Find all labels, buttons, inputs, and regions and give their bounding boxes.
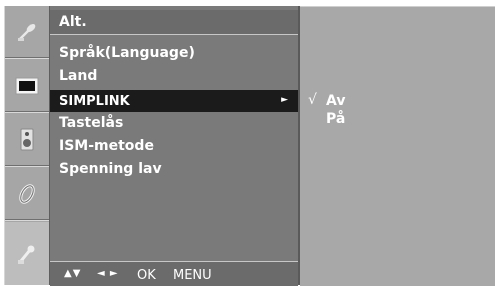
menu-item-language[interactable]: Språk(Language) — [50, 42, 298, 64]
menu-item-country[interactable]: Land — [50, 65, 298, 87]
leftright-arrows-icon: ◄ ► — [97, 268, 119, 279]
menu-item-label: Språk(Language) — [59, 45, 195, 61]
option-pa[interactable]: På — [300, 110, 495, 128]
menu-item-ism-method[interactable]: ISM-metode — [50, 135, 298, 157]
rail-slot-time[interactable] — [5, 168, 49, 221]
rail-slot-option[interactable] — [5, 222, 49, 285]
menu-item-key-lock[interactable]: Tastelås — [50, 112, 298, 134]
picture-icon — [15, 77, 39, 95]
category-rail — [4, 6, 51, 285]
simplink-submenu: √ Av På — [300, 6, 495, 286]
submenu-arrow-icon: ► — [281, 95, 288, 105]
menu-title: Alt. — [59, 14, 87, 30]
tv-osd-menu: Alt. Språk(Language) Land SIMPLINK ► Tas… — [0, 0, 495, 286]
rail-slot-setup[interactable] — [5, 6, 49, 59]
menu-title-bar: Alt. — [50, 10, 298, 35]
option-av[interactable]: √ Av — [300, 92, 495, 110]
menu-item-simplink[interactable]: SIMPLINK ► — [50, 90, 298, 112]
satellite-dish-icon — [18, 24, 36, 41]
speaker-icon — [20, 128, 34, 151]
updown-arrows-icon: ▲▼ — [64, 268, 82, 279]
menu-item-label: ISM-metode — [59, 138, 154, 154]
rail-slot-audio[interactable] — [5, 114, 49, 167]
option-label: Av — [326, 93, 346, 109]
menu-item-low-power[interactable]: Spenning lav — [50, 158, 298, 180]
menu-item-label: SIMPLINK — [59, 94, 130, 109]
menu-hint: MENU — [173, 268, 212, 283]
checkmark-icon: √ — [308, 92, 317, 108]
menu-item-label: Tastelås — [59, 115, 124, 131]
menu-item-label: Land — [59, 68, 98, 84]
rail-slot-picture[interactable] — [5, 60, 49, 113]
option-menu: Alt. Språk(Language) Land SIMPLINK ► Tas… — [50, 6, 300, 286]
option-label: På — [326, 111, 346, 127]
clock-icon — [19, 184, 35, 204]
ok-hint: OK — [137, 268, 156, 283]
navigation-hint-bar: ▲▼ ◄ ► OK MENU — [50, 261, 298, 286]
menu-item-label: Spenning lav — [59, 161, 162, 177]
tools-icon — [18, 245, 35, 264]
